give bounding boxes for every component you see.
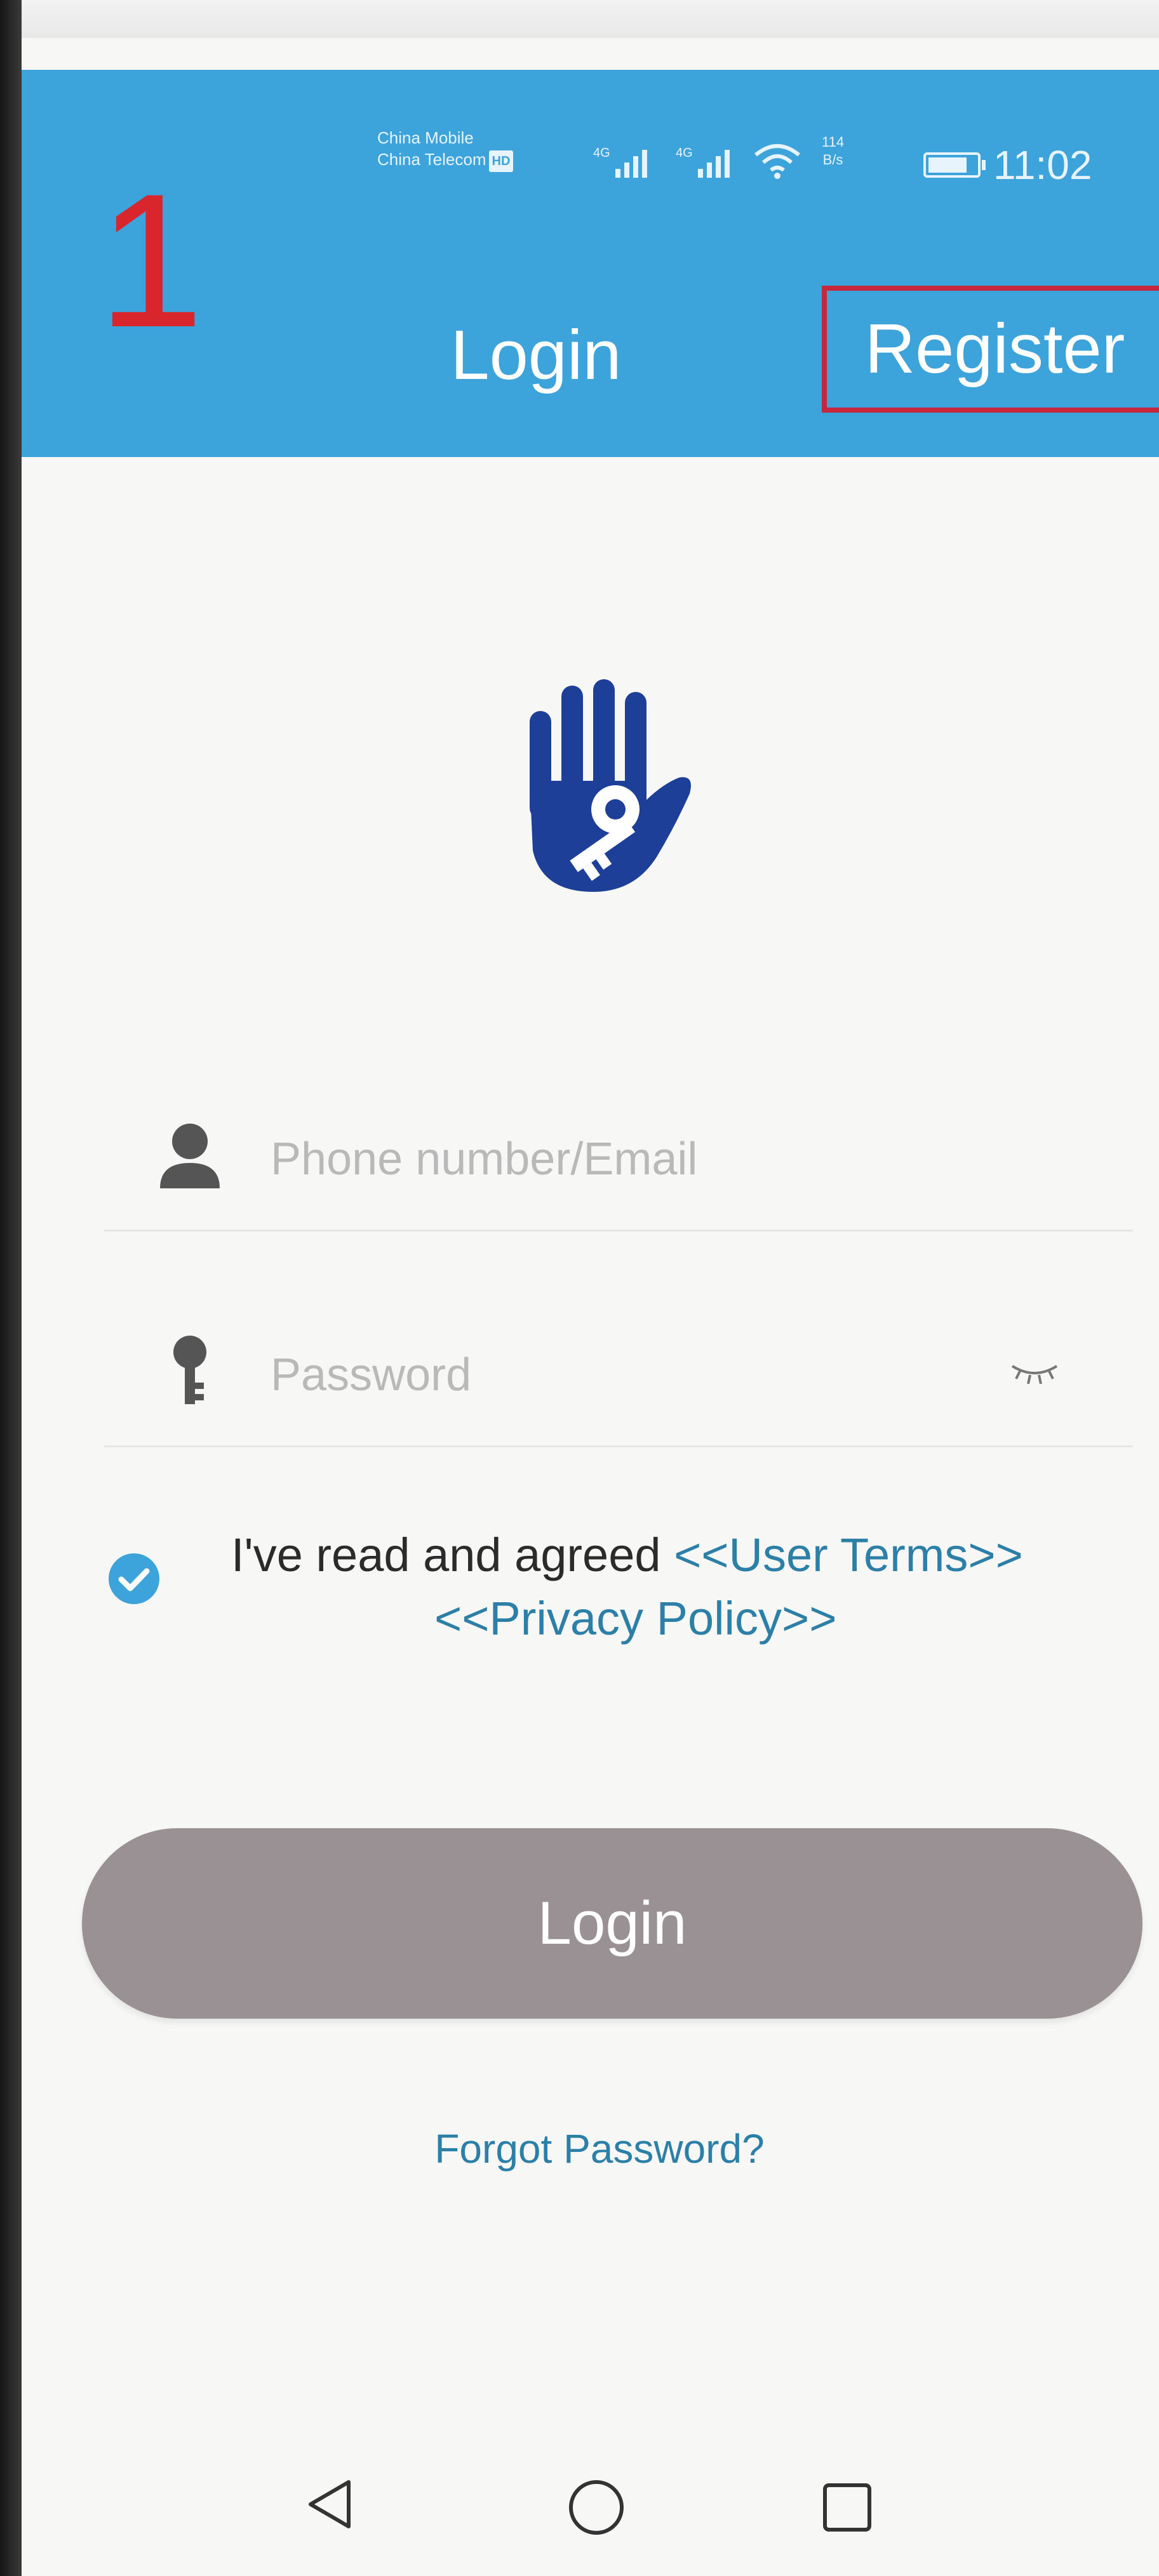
status-time: 11:02 — [993, 142, 1092, 188]
user-icon — [160, 1124, 220, 1188]
user-terms-link[interactable]: <<User Terms>> — [674, 1529, 1023, 1581]
photo-frame: China Mobile China Telecom HD 4G 4G 114 … — [0, 0, 1159, 2576]
forgot-password-link[interactable]: Forgot Password? — [403, 2120, 796, 2177]
agreement-label: I've read and agreed — [231, 1529, 674, 1581]
password-field — [104, 1282, 1133, 1447]
eye-closed-icon[interactable] — [1006, 1352, 1063, 1390]
network-2-label: 4G — [676, 146, 693, 160]
login-button[interactable]: Login — [82, 1828, 1142, 2019]
key-icon — [173, 1336, 206, 1404]
battery-icon — [923, 152, 986, 178]
page-title: Login — [450, 316, 622, 394]
navigation-bar — [22, 2450, 1159, 2576]
recents-square-icon[interactable] — [819, 2479, 876, 2536]
agreement-text: I've read and agreed <<User Terms>> — [231, 1524, 1133, 1587]
wifi-icon — [754, 144, 800, 179]
carrier-2-row: China Telecom HD — [377, 149, 514, 172]
password-input[interactable] — [269, 1339, 970, 1411]
back-triangle-icon[interactable] — [301, 2476, 358, 2533]
password-divider — [104, 1445, 1133, 1447]
network-speed: 114 B/s — [822, 133, 844, 169]
hd-badge: HD — [488, 150, 514, 172]
carrier-info: China Mobile China Telecom HD — [377, 127, 514, 172]
privacy-policy-link[interactable]: <<Privacy Policy>> — [434, 1592, 836, 1645]
phone-screen: China Mobile China Telecom HD 4G 4G 114 … — [22, 38, 1159, 2576]
carrier-1: China Mobile — [377, 128, 474, 147]
app-header: China Mobile China Telecom HD 4G 4G 114 … — [22, 70, 1159, 457]
speed-unit: B/s — [822, 152, 843, 168]
signal-2-icon: 4G — [676, 146, 730, 178]
phone-left-edge — [0, 0, 22, 2576]
phone-email-input[interactable] — [269, 1124, 970, 1195]
check-circle-icon[interactable] — [107, 1552, 161, 1605]
agreement-text-line2: <<Privacy Policy>> — [434, 1587, 1069, 1650]
register-button[interactable]: Register — [822, 286, 1159, 413]
step-annotation: 1 — [98, 154, 204, 367]
phone-divider — [104, 1230, 1133, 1232]
hand-key-logo-icon — [530, 679, 691, 892]
network-1-label: 4G — [593, 146, 610, 160]
home-circle-icon[interactable] — [565, 2476, 628, 2539]
signal-1-icon: 4G — [593, 146, 647, 178]
carrier-2: China Telecom — [377, 150, 486, 169]
speed-value: 114 — [822, 134, 845, 150]
phone-email-field — [104, 1066, 1133, 1232]
